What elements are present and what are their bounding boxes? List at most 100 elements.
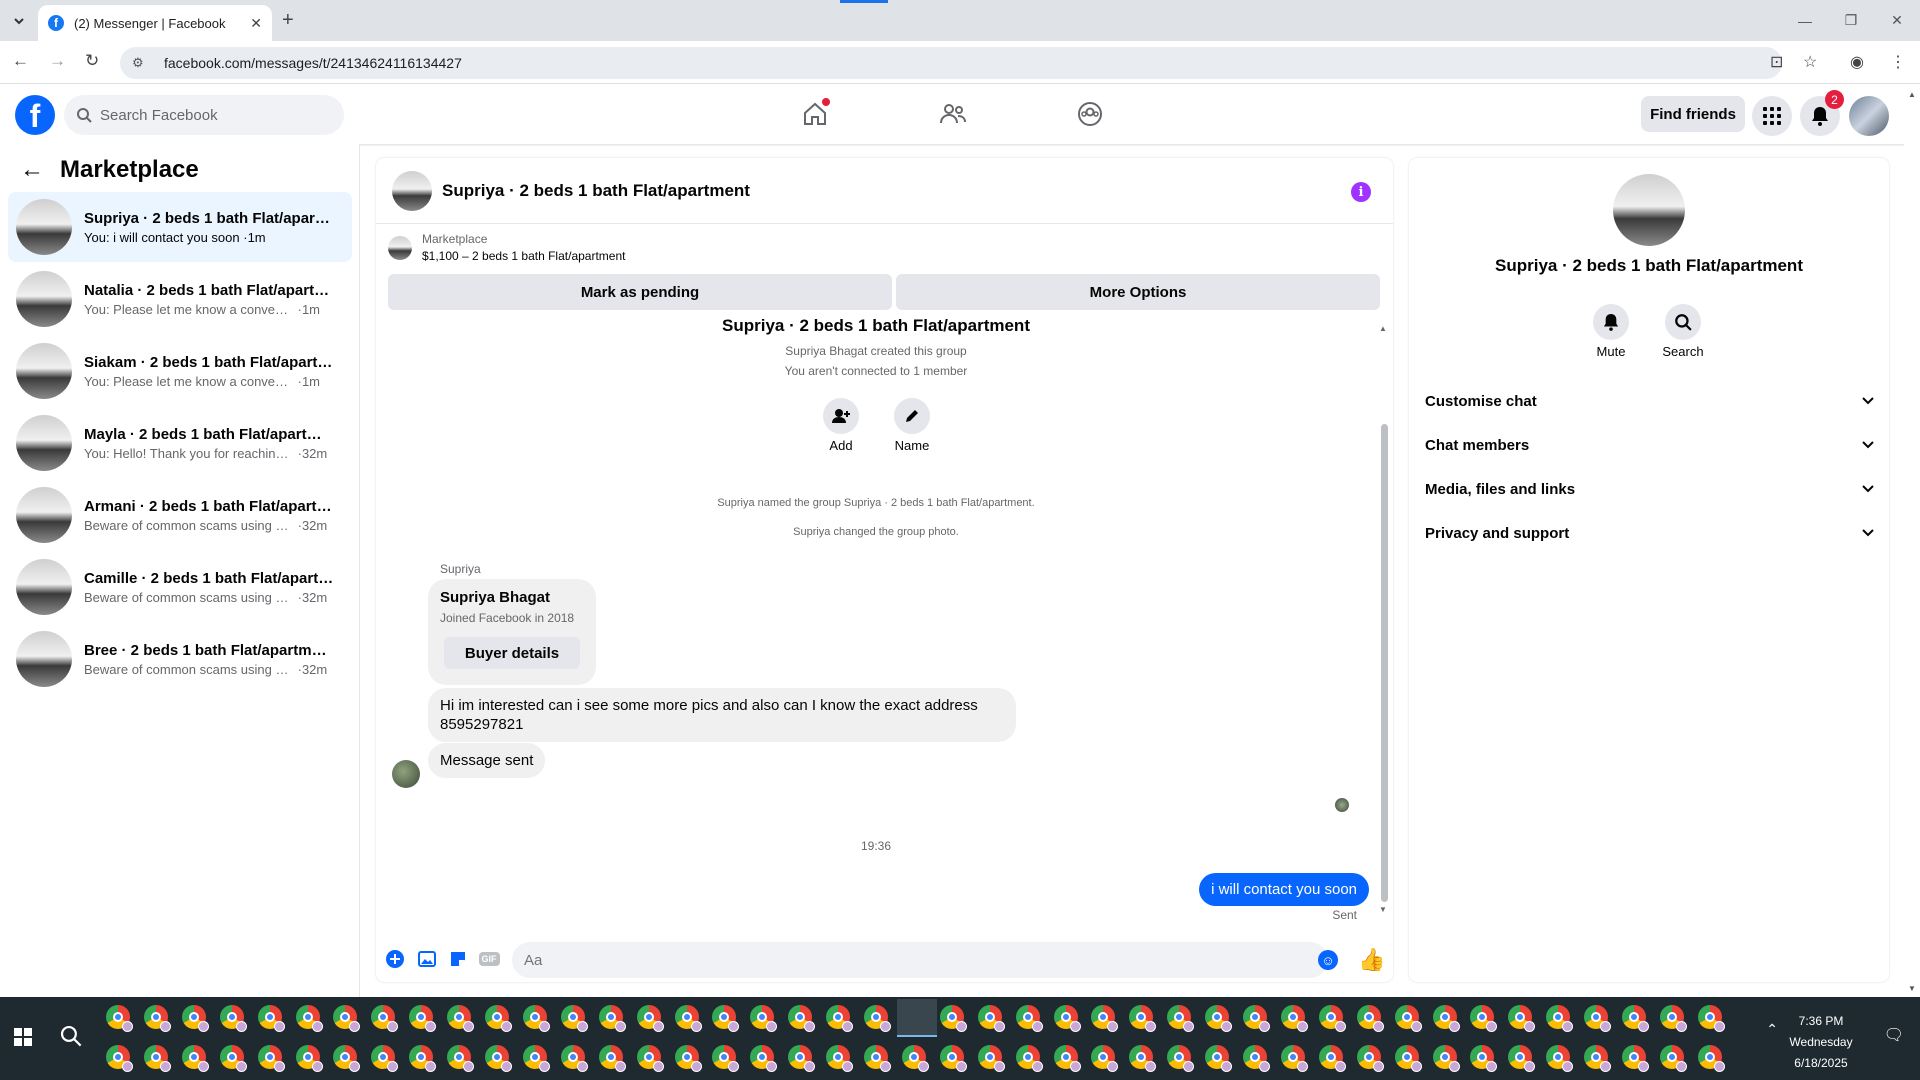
- edit-name-button[interactable]: [894, 398, 930, 434]
- chrome-taskbar-icon[interactable]: [1167, 1045, 1195, 1072]
- chrome-taskbar-icon[interactable]: [598, 1045, 626, 1072]
- chrome-taskbar-icon[interactable]: [901, 1045, 929, 1072]
- scrollbar-thumb[interactable]: [1381, 424, 1388, 902]
- group-photo[interactable]: [1613, 174, 1685, 246]
- chrome-taskbar-icon[interactable]: [1394, 1005, 1422, 1032]
- taskbar-search-icon[interactable]: [60, 1025, 82, 1053]
- active-taskbar-app[interactable]: [897, 999, 937, 1037]
- chrome-taskbar-icon[interactable]: [409, 1005, 437, 1032]
- add-member-button[interactable]: [823, 398, 859, 434]
- install-app-icon[interactable]: ⊡: [1770, 52, 1783, 72]
- chrome-taskbar-icon[interactable]: [219, 1045, 247, 1072]
- search-in-chat-button[interactable]: [1665, 304, 1701, 340]
- chrome-taskbar-icon[interactable]: [1205, 1005, 1233, 1032]
- chrome-taskbar-icon[interactable]: [143, 1045, 171, 1072]
- chrome-taskbar-icon[interactable]: [1053, 1045, 1081, 1072]
- profile-icon[interactable]: ◉: [1850, 52, 1864, 72]
- chrome-taskbar-icon[interactable]: [712, 1045, 740, 1072]
- photo-icon[interactable]: [416, 948, 438, 970]
- facebook-search-box[interactable]: Search Facebook: [64, 95, 344, 135]
- more-options-button[interactable]: More Options: [896, 274, 1380, 310]
- groups-nav-button[interactable]: [1072, 98, 1108, 130]
- chrome-taskbar-icon[interactable]: [1280, 1005, 1308, 1032]
- chrome-taskbar-icon[interactable]: [826, 1045, 854, 1072]
- customise-chat-section[interactable]: Customise chat: [1425, 383, 1875, 419]
- scroll-up-icon[interactable]: ▲: [1379, 324, 1387, 333]
- browser-tab[interactable]: f (2) Messenger | Facebook ✕: [38, 5, 272, 41]
- chrome-taskbar-icon[interactable]: [257, 1045, 285, 1072]
- find-friends-button[interactable]: Find friends: [1641, 96, 1745, 132]
- chrome-taskbar-icon[interactable]: [1356, 1045, 1384, 1072]
- site-info-icon[interactable]: ⚙: [132, 55, 150, 71]
- conversation-item[interactable]: Siakam · 2 beds 1 bath Flat/apartment You…: [8, 336, 352, 406]
- chrome-taskbar-icon[interactable]: [333, 1005, 361, 1032]
- thumbs-up-icon[interactable]: 👍: [1358, 947, 1385, 973]
- chat-members-section[interactable]: Chat members: [1425, 427, 1875, 463]
- chrome-taskbar-icon[interactable]: [447, 1005, 475, 1032]
- mark-as-pending-button[interactable]: Mark as pending: [388, 274, 892, 310]
- scroll-up-icon[interactable]: ▲: [1908, 90, 1916, 99]
- conversation-item[interactable]: Supriya · 2 beds 1 bath Flat/apartment Yo…: [8, 192, 352, 262]
- chrome-taskbar-icon[interactable]: [864, 1045, 891, 1072]
- chrome-taskbar-icon[interactable]: [1280, 1045, 1308, 1072]
- chrome-taskbar-icon[interactable]: [447, 1045, 475, 1072]
- chrome-taskbar-icon[interactable]: [522, 1005, 550, 1032]
- chrome-taskbar-icon[interactable]: [560, 1005, 588, 1032]
- conversation-item[interactable]: Armani · 2 beds 1 bath Flat/apartment Bew…: [8, 480, 352, 550]
- close-window-icon[interactable]: ✕: [1874, 0, 1920, 41]
- chrome-taskbar-icon[interactable]: [1015, 1045, 1043, 1072]
- chrome-taskbar-icon[interactable]: [1432, 1005, 1460, 1032]
- minimize-icon[interactable]: —: [1782, 0, 1828, 41]
- chrome-taskbar-icon[interactable]: [1622, 1005, 1649, 1032]
- chrome-taskbar-icon[interactable]: [598, 1005, 626, 1032]
- chrome-taskbar-icon[interactable]: [1205, 1045, 1233, 1072]
- chrome-taskbar-icon[interactable]: [560, 1045, 588, 1072]
- chrome-taskbar-icon[interactable]: [939, 1045, 967, 1072]
- message-input[interactable]: [512, 942, 1328, 978]
- chrome-taskbar-icon[interactable]: [522, 1045, 550, 1072]
- chrome-taskbar-icon[interactable]: [1508, 1005, 1536, 1032]
- chrome-taskbar-icon[interactable]: [1432, 1045, 1460, 1072]
- chrome-taskbar-icon[interactable]: [1053, 1005, 1081, 1032]
- chrome-taskbar-icon[interactable]: [106, 1045, 133, 1072]
- chrome-taskbar-icon[interactable]: [788, 1005, 816, 1032]
- chrome-taskbar-icon[interactable]: [257, 1005, 285, 1032]
- chrome-taskbar-icon[interactable]: [1091, 1005, 1119, 1032]
- conversation-item[interactable]: Mayla · 2 beds 1 bath Flat/apartment You:…: [8, 408, 352, 478]
- notifications-button[interactable]: 2: [1800, 90, 1844, 136]
- account-avatar[interactable]: [1849, 96, 1889, 136]
- chrome-taskbar-icon[interactable]: [485, 1005, 512, 1032]
- chrome-taskbar-icon[interactable]: [977, 1045, 1005, 1072]
- chrome-taskbar-icon[interactable]: [219, 1005, 247, 1032]
- chrome-taskbar-icon[interactable]: [1508, 1045, 1536, 1072]
- mute-button[interactable]: [1593, 304, 1629, 340]
- outgoing-message[interactable]: i will contact you soon: [1199, 873, 1369, 906]
- chrome-taskbar-icon[interactable]: [1318, 1005, 1346, 1032]
- friends-nav-button[interactable]: [935, 98, 971, 130]
- chrome-taskbar-icon[interactable]: [1091, 1045, 1119, 1072]
- chrome-taskbar-icon[interactable]: [181, 1005, 209, 1032]
- chrome-taskbar-icon[interactable]: [1356, 1005, 1384, 1032]
- chrome-taskbar-icon[interactable]: [788, 1045, 816, 1072]
- chrome-taskbar-icon[interactable]: [977, 1005, 1005, 1032]
- chrome-taskbar-icon[interactable]: [1243, 1005, 1270, 1032]
- conversation-item[interactable]: Camille · 2 beds 1 bath Flat/apartment Be…: [8, 552, 352, 622]
- tab-search-button[interactable]: [8, 10, 30, 32]
- home-nav-button[interactable]: [797, 98, 833, 130]
- chrome-taskbar-icon[interactable]: [1470, 1045, 1498, 1072]
- new-tab-icon[interactable]: +: [282, 9, 294, 32]
- chrome-taskbar-icon[interactable]: [1167, 1005, 1195, 1032]
- menu-button[interactable]: [1752, 96, 1792, 136]
- chrome-taskbar-icon[interactable]: [1318, 1045, 1346, 1072]
- chrome-taskbar-icon[interactable]: [674, 1045, 702, 1072]
- emoji-icon[interactable]: ☺: [1318, 950, 1338, 970]
- chrome-taskbar-icon[interactable]: [1470, 1005, 1498, 1032]
- restore-icon[interactable]: ❐: [1828, 0, 1874, 41]
- close-tab-icon[interactable]: ✕: [250, 15, 262, 32]
- incoming-message[interactable]: Message sent: [428, 743, 546, 778]
- taskbar-clock[interactable]: 7:36 PM Wednesday 6/18/2025: [1776, 1011, 1866, 1074]
- back-arrow-icon[interactable]: ←: [20, 156, 44, 184]
- chrome-taskbar-icon[interactable]: [636, 1045, 664, 1072]
- privacy-support-section[interactable]: Privacy and support: [1425, 515, 1875, 551]
- chrome-taskbar-icon[interactable]: [409, 1045, 437, 1072]
